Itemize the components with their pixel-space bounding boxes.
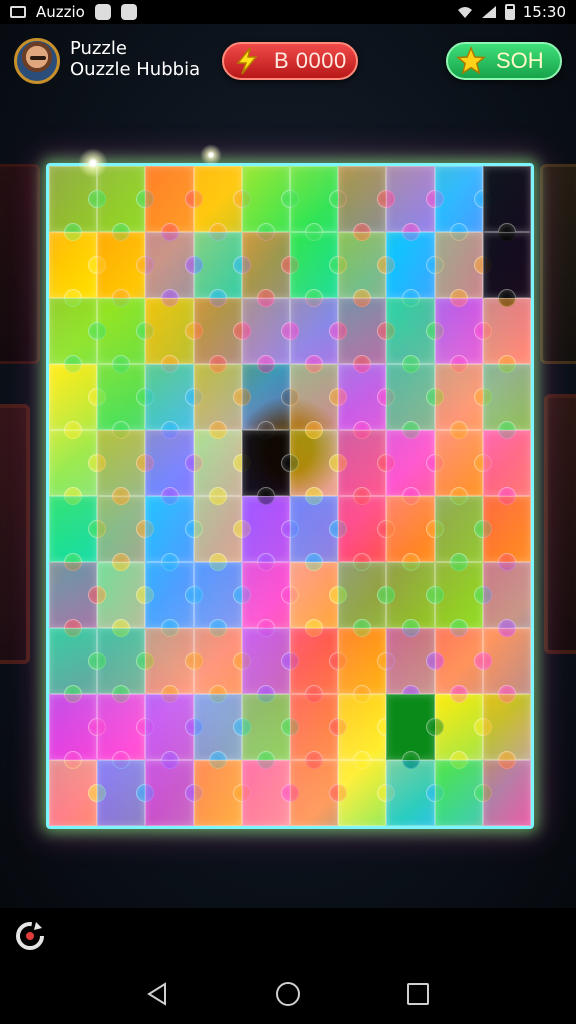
app-notification-icon [120,4,137,20]
signal-icon [481,6,496,18]
recent-apps-icon[interactable] [407,983,429,1005]
status-bar: Auzzio 15:30 [0,0,576,24]
star-icon [456,46,486,75]
left-wall-decoration [0,164,40,364]
puzzle-piece[interactable] [482,760,531,826]
stars-counter-button[interactable]: SOH [446,42,562,80]
home-icon[interactable] [276,982,300,1006]
settings-notification-icon [94,4,111,20]
player-avatar[interactable] [14,38,60,84]
android-navigation-bar [0,964,576,1024]
sparkle-decoration [78,148,108,178]
back-icon[interactable] [146,982,168,1006]
coins-value: B 0000 [274,48,347,73]
bottom-toolbar [0,908,576,964]
battery-icon [504,4,515,20]
game-title: Puzzle [70,38,127,59]
refresh-icon[interactable] [12,918,48,954]
sparkle-decoration [200,144,222,166]
game-header: Puzzle Ouzzle Hubbia B 0000 SOH [0,36,576,88]
stars-value: SOH [496,48,544,73]
coins-counter-button[interactable]: B 0000 [222,42,358,80]
right-wall-decoration [540,164,576,364]
game-subtitle: Ouzzle Hubbia [70,59,201,80]
right-poster-decoration [544,394,576,654]
title-block: Puzzle Ouzzle Hubbia [70,38,200,80]
status-time: 15:30 [522,3,566,21]
left-poster-decoration [0,404,30,664]
puzzle-board[interactable] [46,163,534,829]
wifi-icon [457,7,472,18]
gallery-notification-icon [10,6,26,18]
puzzle-pieces-grid [49,166,531,826]
status-app-name: Auzzio [36,3,85,21]
lightning-bolt-icon [236,47,258,75]
